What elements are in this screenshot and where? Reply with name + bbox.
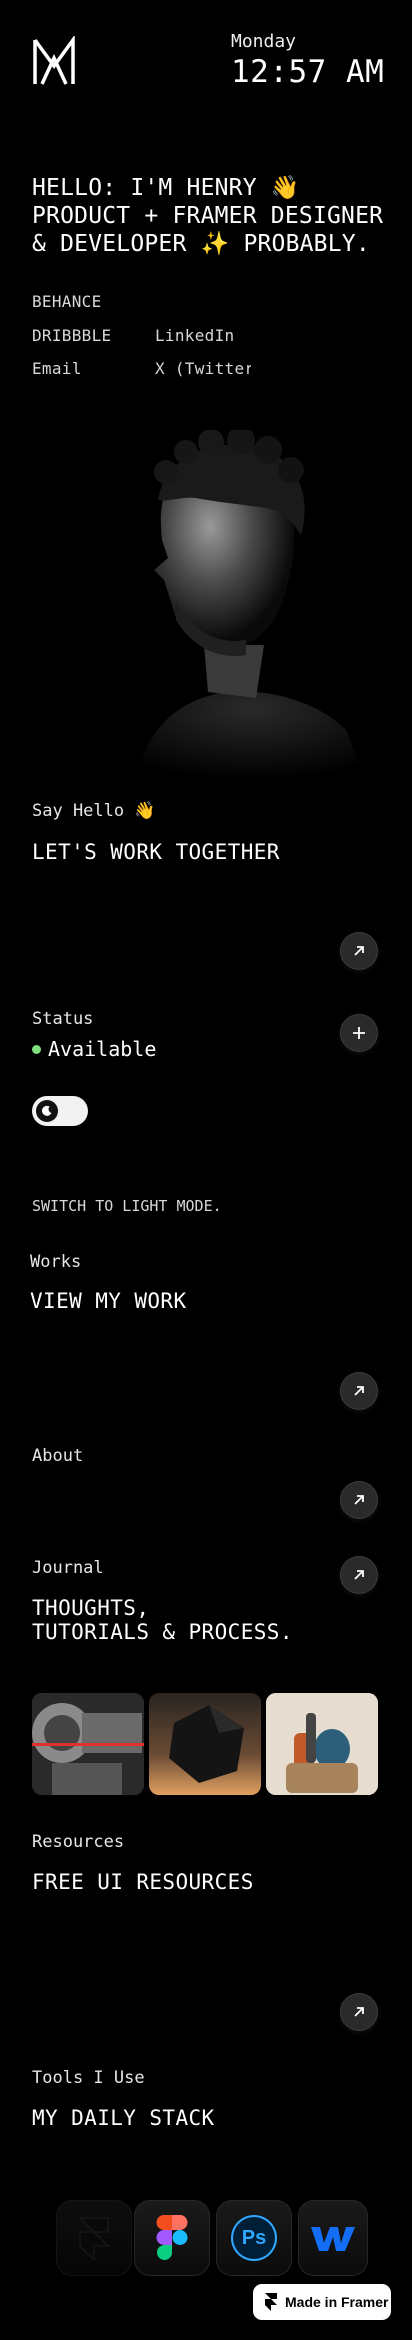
day-label: Monday (231, 31, 297, 52)
rock-image (169, 1705, 244, 1783)
portrait-image (136, 430, 366, 780)
tools-title[interactable]: MY DAILY STACK (32, 2106, 215, 2130)
made-in-framer-text: Made in Framer (285, 2294, 389, 2310)
behance-link[interactable]: BEHANCE (32, 292, 102, 311)
arrow-up-right-icon (354, 1495, 364, 1505)
robot-image (32, 1693, 144, 1795)
hero-line-1: HELLO: I'M HENRY 👋 (32, 175, 300, 201)
moon-icon (41, 1105, 52, 1116)
linkedin-link[interactable]: LinkedIn (155, 326, 234, 345)
resources-label: Resources (32, 1832, 125, 1852)
light-mode-text: SWITCH TO LIGHT MODE. (32, 1197, 222, 1215)
journal-arrow-button[interactable] (340, 1556, 378, 1594)
journal-title-line-2: TUTORIALS & PROCESS. (32, 1620, 293, 1644)
framer-icon (78, 2217, 110, 2260)
dribbble-link[interactable]: DRIBBBLE (32, 326, 111, 345)
journal-label: Journal (32, 1558, 104, 1578)
tool-photoshop[interactable]: Ps (216, 2200, 292, 2276)
journal-title-line-1: THOUGHTS, (32, 1596, 150, 1620)
hero-line-3: & DEVELOPER ✨ PROBABLY. (32, 231, 370, 257)
email-link[interactable]: Email (32, 359, 82, 378)
theme-toggle[interactable] (32, 1096, 88, 1126)
toggle-knob (36, 1100, 58, 1122)
photoshop-icon: Ps (231, 2215, 277, 2261)
hero-heading: HELLO: I'M HENRY 👋 PRODUCT + FRAMER DESI… (32, 174, 383, 258)
vases-image (266, 1693, 378, 1795)
works-arrow-button[interactable] (340, 1372, 378, 1410)
arrow-up-right-icon (354, 946, 364, 956)
figma-icon (156, 2215, 188, 2260)
arrow-up-right-icon (354, 2007, 364, 2017)
contact-label: Say Hello 👋 (32, 801, 156, 821)
plus-icon (353, 1027, 365, 1039)
journal-thumbnail-3[interactable] (266, 1693, 378, 1795)
works-title[interactable]: VIEW MY WORK (30, 1289, 187, 1313)
arrow-up-right-icon (354, 1570, 364, 1580)
status-value: Available (48, 1037, 157, 1061)
about-label: About (32, 1446, 84, 1466)
clock-time: 12:57 AM (231, 54, 385, 90)
works-label: Works (30, 1252, 82, 1272)
framer-logo-icon (265, 2293, 277, 2311)
contact-arrow-button[interactable] (340, 932, 378, 970)
resources-title[interactable]: FREE UI RESOURCES (32, 1870, 254, 1894)
webflow-icon (311, 2227, 355, 2251)
journal-thumbnail-1[interactable] (32, 1693, 144, 1795)
journal-thumbnail-2[interactable] (149, 1693, 261, 1795)
status-label: Status (32, 1009, 94, 1029)
tool-webflow[interactable] (298, 2200, 368, 2276)
journal-title[interactable]: THOUGHTS, TUTORIALS & PROCESS. (32, 1596, 293, 1644)
resources-arrow-button[interactable] (340, 1993, 378, 2031)
about-arrow-button[interactable] (340, 1481, 378, 1519)
contact-title[interactable]: LET'S WORK TOGETHER (32, 840, 280, 864)
twitter-link[interactable]: X (Twitter (155, 359, 251, 378)
arrow-up-right-icon (354, 1386, 364, 1396)
logo[interactable] (32, 36, 76, 88)
hero-line-2: PRODUCT + FRAMER DESIGNER (32, 203, 384, 229)
made-in-framer-badge[interactable]: Made in Framer (253, 2284, 391, 2320)
tools-label: Tools I Use (32, 2068, 145, 2088)
tool-framer[interactable] (56, 2200, 132, 2276)
status-dot (32, 1045, 41, 1054)
tool-figma[interactable] (134, 2200, 210, 2276)
status-plus-button[interactable] (340, 1014, 378, 1052)
